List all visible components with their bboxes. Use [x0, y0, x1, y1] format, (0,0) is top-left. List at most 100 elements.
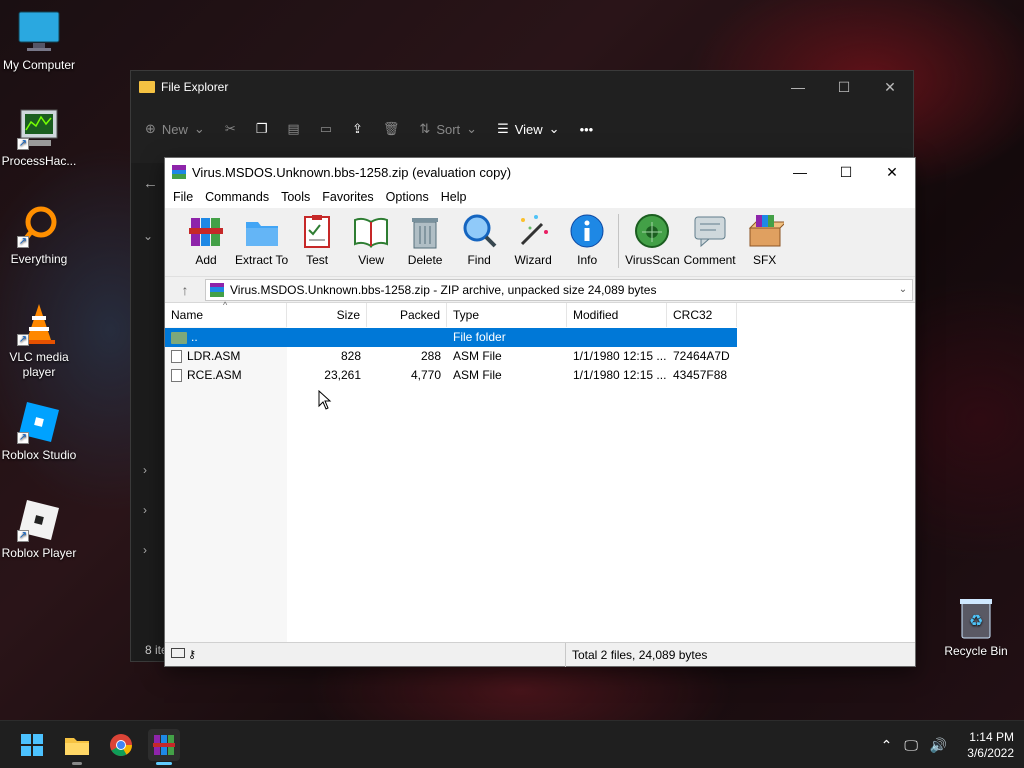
add-button[interactable]: Add: [181, 212, 231, 267]
desktop-icon-everything[interactable]: ↗ Everything: [0, 204, 78, 267]
desktop-icon-roblox-player[interactable]: ↗ Roblox Player: [0, 498, 78, 561]
magnifier-icon: [460, 212, 498, 250]
view-button[interactable]: ☰ View ⌄: [497, 121, 560, 137]
status-icons: ⚷: [165, 648, 565, 661]
row-name: LDR.ASM: [187, 349, 241, 363]
sfx-button[interactable]: SFX: [740, 212, 790, 267]
copy-icon: ❐: [255, 121, 268, 136]
row-name: ..: [191, 330, 198, 344]
menu-favorites[interactable]: Favorites: [316, 190, 379, 204]
desktop-icon-my-computer[interactable]: My Computer: [0, 10, 78, 73]
chevron-up-icon[interactable]: ⌃: [881, 737, 893, 754]
menu-options[interactable]: Options: [380, 190, 435, 204]
file-explorer-titlebar[interactable]: File Explorer — ☐ ✕: [131, 71, 913, 103]
sort-button[interactable]: ⇅ Sort ⌄: [419, 121, 477, 137]
find-button[interactable]: Find: [454, 212, 504, 267]
back-arrow-icon[interactable]: ←: [143, 175, 158, 192]
view-button[interactable]: View: [346, 212, 396, 267]
column-crc32[interactable]: CRC32: [667, 303, 737, 327]
chevron-right-icon[interactable]: ›: [143, 463, 147, 477]
wizard-button[interactable]: Wizard: [508, 212, 558, 267]
test-button[interactable]: Test: [292, 212, 342, 267]
svg-text:♻: ♻: [969, 611, 983, 630]
system-tray: ⌃ 🖵 🔊 1:14 PM 3/6/2022: [875, 721, 1014, 768]
desktop-icon-processhacker[interactable]: ↗ ProcessHac...: [0, 106, 78, 169]
row-packed: 4,770: [410, 368, 441, 382]
taskbar-winrar[interactable]: [148, 729, 180, 765]
key-icon[interactable]: ⚷: [188, 648, 196, 661]
process-hacker-icon: ↗: [17, 106, 61, 150]
info-label: Info: [577, 253, 598, 267]
comment-button[interactable]: Comment: [684, 212, 736, 267]
copy-button[interactable]: ❐: [256, 121, 268, 137]
cut-button[interactable]: ✂: [225, 121, 236, 137]
maximize-button[interactable]: ☐: [821, 79, 867, 96]
archive-path-field[interactable]: Virus.MSDOS.Unknown.bbs-1258.zip - ZIP a…: [205, 278, 913, 301]
row-modified: [567, 328, 667, 347]
info-icon: [568, 212, 606, 250]
drive-icon[interactable]: [171, 648, 185, 658]
virusscan-button[interactable]: VirusScan: [625, 212, 680, 267]
desktop-icon-label: ProcessHac...: [1, 154, 77, 168]
share-button[interactable]: ⇪: [352, 121, 363, 137]
row-packed: [367, 328, 447, 347]
test-clipboard-icon: [298, 212, 336, 250]
chevron-down-icon[interactable]: ⌄: [143, 229, 153, 243]
menu-file[interactable]: File: [167, 190, 199, 204]
network-icon[interactable]: 🖵: [904, 737, 918, 754]
row-name: RCE.ASM: [187, 368, 242, 382]
winrar-icon: [172, 165, 186, 180]
table-row[interactable]: RCE.ASM 23,261 4,770 ASM File 1/1/1980 1…: [165, 366, 737, 385]
minimize-button[interactable]: —: [777, 158, 823, 186]
file-explorer-toolbar: ⊕ New ⌄ ✂ ❐ ▤ ▭ ⇪ 🗑 ⇅ Sort ⌄ ☰ View ⌄ •••: [131, 103, 913, 155]
column-modified[interactable]: Modified: [567, 303, 667, 327]
column-type[interactable]: Type: [447, 303, 567, 327]
view-list-icon: ☰: [497, 121, 509, 136]
info-button[interactable]: Info: [562, 212, 612, 267]
desktop-icon-recycle-bin[interactable]: ♻ Recycle Bin: [940, 596, 1012, 658]
winrar-window[interactable]: Virus.MSDOS.Unknown.bbs-1258.zip (evalua…: [164, 157, 916, 667]
chevron-right-icon[interactable]: ›: [143, 503, 147, 517]
paste-button[interactable]: ▤: [287, 121, 299, 137]
start-button[interactable]: [16, 729, 48, 761]
menu-tools[interactable]: Tools: [275, 190, 316, 204]
sfx-box-icon: [746, 212, 787, 250]
close-button[interactable]: ✕: [867, 79, 913, 96]
chevron-right-icon[interactable]: ›: [143, 543, 147, 557]
delete-button[interactable]: 🗑: [383, 121, 400, 137]
extract-to-button[interactable]: Extract To: [235, 212, 288, 267]
up-arrow-icon[interactable]: ↑: [165, 282, 205, 298]
clock-date: 3/6/2022: [967, 746, 1014, 760]
new-button[interactable]: ⊕ New ⌄: [145, 121, 205, 137]
maximize-button[interactable]: ☐: [823, 158, 869, 186]
rename-button[interactable]: ▭: [320, 121, 332, 137]
archive-path-text: Virus.MSDOS.Unknown.bbs-1258.zip - ZIP a…: [230, 282, 657, 297]
menu-help[interactable]: Help: [435, 190, 473, 204]
column-packed[interactable]: Packed: [367, 303, 447, 327]
desktop-icon-label: My Computer: [2, 58, 76, 72]
menu-commands[interactable]: Commands: [199, 190, 275, 204]
clock[interactable]: 1:14 PM 3/6/2022: [967, 729, 1014, 761]
minimize-button[interactable]: —: [775, 79, 821, 96]
close-button[interactable]: ✕: [869, 158, 915, 186]
winrar-icon: [153, 735, 175, 755]
table-row[interactable]: LDR.ASM 828 288 ASM File 1/1/1980 12:15 …: [165, 347, 737, 366]
winrar-titlebar[interactable]: Virus.MSDOS.Unknown.bbs-1258.zip (evalua…: [165, 158, 915, 186]
menu-bar: File Commands Tools Favorites Options He…: [165, 186, 915, 208]
chrome-icon: [110, 734, 132, 756]
more-options-button[interactable]: •••: [580, 122, 594, 137]
desktop-icon-roblox-studio[interactable]: ↗ Roblox Studio: [0, 400, 78, 463]
volume-icon[interactable]: 🔊: [930, 737, 947, 754]
table-row[interactable]: .. File folder: [165, 328, 737, 347]
view-book-icon: [352, 212, 390, 250]
delete-button[interactable]: Delete: [400, 212, 450, 267]
chevron-down-icon[interactable]: ⌄: [894, 284, 912, 295]
desktop-icon-vlc[interactable]: ↗ VLC media player: [0, 302, 78, 380]
row-type: ASM File: [453, 349, 502, 363]
file-icon: [171, 369, 182, 382]
taskbar-chrome[interactable]: [105, 729, 137, 761]
column-size[interactable]: Size: [287, 303, 367, 327]
taskbar-file-explorer[interactable]: [61, 729, 93, 765]
new-label: New: [161, 121, 188, 137]
file-list[interactable]: Name Size Packed Type Modified CRC32 ^ .…: [165, 300, 915, 642]
